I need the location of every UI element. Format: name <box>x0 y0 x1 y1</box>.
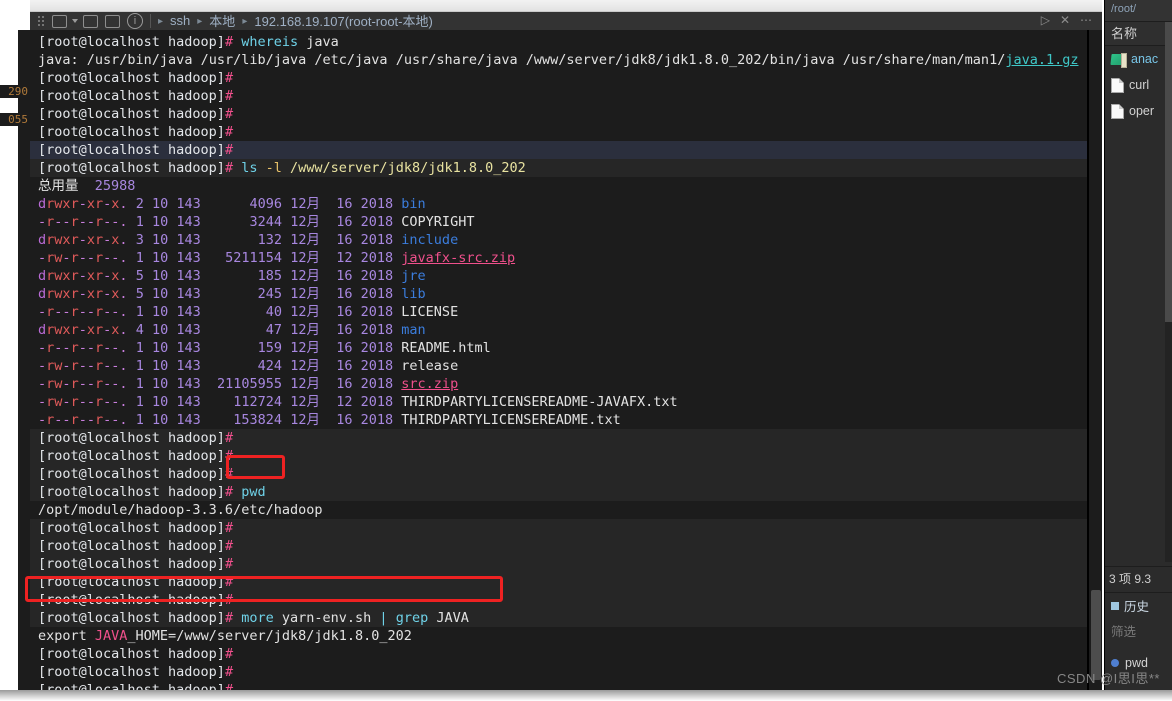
terminal-scrollbar-track[interactable] <box>1089 30 1102 690</box>
window-bottom-strip <box>0 690 1172 701</box>
terminal-listing-row: drwxr-xr-x. 3 10 143 132 12月 16 2018 inc… <box>38 232 459 248</box>
sidebar-column-header-name[interactable]: 名称 <box>1105 22 1172 46</box>
terminal-prompt-line: [root@localhost hadoop]# <box>38 106 234 122</box>
sidebar-status-text: 3 项 9.3 <box>1105 566 1172 590</box>
breadcrumb-arrow-0: ▸ <box>158 15 164 27</box>
folder-icon <box>1111 52 1127 68</box>
gutter-fragment-0: 290 <box>0 85 30 98</box>
bullet-icon <box>1111 659 1119 667</box>
layout-grid-icon[interactable] <box>105 14 120 28</box>
terminal-listing-row: -r--r--r--. 1 10 143 40 12月 16 2018 LICE… <box>38 304 459 320</box>
terminal-prompt-line: [root@localhost hadoop]# <box>30 591 1090 609</box>
layout-split-icon[interactable] <box>83 14 98 28</box>
terminal-command-whereis: [root@localhost hadoop]# whereis java <box>38 34 339 50</box>
toolbar-inner: i ▸ ssh ▸ 本地 ▸ 192.168.19.107(root-root-… <box>30 12 1102 30</box>
breadcrumb-arrow-1: ▸ <box>197 15 203 27</box>
terminal-listing-row: -rw-r--r--. 1 10 143 424 12月 16 2018 rel… <box>38 358 459 374</box>
terminal-listing-row: drwxr-xr-x. 4 10 143 47 12月 16 2018 man <box>38 322 426 338</box>
terminal-prompt-line: [root@localhost hadoop]# <box>38 664 234 680</box>
sidebar-scrollbar-thumb[interactable] <box>1165 22 1172 322</box>
terminal-prompt-line: [root@localhost hadoop]# <box>30 447 1090 465</box>
window-toolbar: i ▸ ssh ▸ 本地 ▸ 192.168.19.107(root-root-… <box>30 0 1102 30</box>
terminal-listing-row: -rw-r--r--. 1 10 143 21105955 12月 16 201… <box>38 376 459 392</box>
sidebar-history-section[interactable]: 历史 <box>1105 592 1172 618</box>
breadcrumb-arrow-2: ▸ <box>242 15 248 27</box>
terminal-command-pwd: [root@localhost hadoop]# pwd <box>30 483 1090 501</box>
screenshot-root: i ▸ ssh ▸ 本地 ▸ 192.168.19.107(root-root-… <box>0 0 1172 701</box>
terminal-scrollbar-thumb[interactable] <box>1091 590 1101 680</box>
terminal-prompt-line: [root@localhost hadoop]# <box>38 124 234 140</box>
terminal-prompt-line: [root@localhost hadoop]# <box>30 429 1090 447</box>
terminal-listing-row: drwxr-xr-x. 5 10 143 245 12月 16 2018 lib <box>38 286 426 302</box>
terminal-command-ls: [root@localhost hadoop]# ls -l /www/serv… <box>30 159 1090 177</box>
breadcrumb-item-host[interactable]: 192.168.19.107(root-root-本地) <box>254 11 432 30</box>
watermark: CSDN @I思I思** <box>1057 671 1160 686</box>
terminal-listing-row: drwxr-xr-x. 2 10 143 4096 12月 16 2018 bi… <box>38 196 426 212</box>
history-icon <box>1111 601 1119 610</box>
more-icon[interactable]: ⋯ <box>1080 13 1092 27</box>
gutter-fragment-1: 055 <box>0 113 30 126</box>
terminal-prompt-line: [root@localhost hadoop]# <box>30 465 1090 483</box>
terminal-listing-row: -r--r--r--. 1 10 143 153824 12月 16 2018 … <box>38 412 621 428</box>
terminal-lines: [root@localhost hadoop]# whereis java jav… <box>30 30 1090 690</box>
sidebar-filter-input[interactable]: 筛选 <box>1105 620 1172 644</box>
terminal-right-edge <box>1087 30 1089 690</box>
terminal-prompt-line: [root@localhost hadoop]# <box>30 141 1090 159</box>
terminal-prompt-line: [root@localhost hadoop]# <box>30 573 1090 591</box>
close-icon[interactable]: ✕ <box>1060 13 1070 27</box>
terminal-output-pwd: /opt/module/hadoop-3.3.6/etc/hadoop <box>38 502 323 518</box>
file-name: curl <box>1129 78 1150 92</box>
terminal-listing-row: drwxr-xr-x. 5 10 143 185 12月 16 2018 jre <box>38 268 426 284</box>
terminal-prompt-line: [root@localhost hadoop]# <box>38 70 234 86</box>
breadcrumb-item-local[interactable]: 本地 <box>209 11 235 30</box>
toolbar-divider <box>150 14 151 28</box>
terminal-listing-row: -rw-r--r--. 1 10 143 5211154 12月 12 2018… <box>38 250 516 266</box>
file-icon <box>1111 103 1124 119</box>
terminal-prompt-line: [root@localhost hadoop]# <box>30 555 1090 573</box>
terminal-prompt-line: [root@localhost hadoop]# <box>38 88 234 104</box>
terminal-prompt-line: [root@localhost hadoop]# <box>30 537 1090 555</box>
drag-grip-icon[interactable] <box>38 15 45 27</box>
terminal-listing-row: -r--r--r--. 1 10 143 159 12月 16 2018 REA… <box>38 340 491 356</box>
sidebar-path[interactable]: /root/ <box>1105 0 1172 22</box>
file-icon <box>1111 77 1124 93</box>
terminal-listing-row: -r--r--r--. 1 10 143 3244 12月 16 2018 CO… <box>38 214 475 230</box>
toolbar-right-actions: ▷ ✕ ⋯ <box>1041 13 1092 27</box>
chevron-down-icon[interactable] <box>72 19 78 23</box>
terminal-output-whereis: java: /usr/bin/java /usr/lib/java /etc/j… <box>38 52 1079 68</box>
terminal-listing-row: -rw-r--r--. 1 10 143 112724 12月 12 2018 … <box>38 394 678 410</box>
info-circle-icon[interactable]: i <box>127 13 143 29</box>
file-name: oper <box>1129 104 1155 118</box>
list-item[interactable]: oper <box>1105 98 1172 124</box>
breadcrumb-item-ssh[interactable]: ssh <box>170 13 190 28</box>
list-item[interactable]: curl <box>1105 72 1172 98</box>
expand-icon[interactable]: ▷ <box>1041 13 1050 27</box>
list-item[interactable]: anac <box>1105 46 1172 72</box>
terminal-command-grep: [root@localhost hadoop]# more yarn-env.s… <box>30 609 1090 627</box>
terminal-prompt-line: [root@localhost hadoop]# <box>30 519 1090 537</box>
terminal-output-total: 总用量 25988 <box>38 178 136 194</box>
terminal-prompt-line: [root@localhost hadoop]# <box>38 646 234 662</box>
terminal-output-export: export JAVA_HOME=/www/server/jdk8/jdk1.8… <box>38 628 412 644</box>
left-gutter-dark <box>18 30 30 690</box>
terminal-prompt-line: [root@localhost hadoop]# <box>38 682 234 690</box>
file-browser-sidebar[interactable]: /root/ 名称 anac curl oper 3 项 9.3 历史 筛选 p… <box>1104 0 1172 690</box>
history-label: 历史 <box>1124 600 1150 614</box>
layout-single-icon[interactable] <box>52 14 67 28</box>
terminal-pane[interactable]: [root@localhost hadoop]# whereis java jav… <box>30 30 1102 690</box>
sidebar-scrollbar-track[interactable] <box>1165 22 1172 562</box>
file-name: anac <box>1131 52 1159 66</box>
